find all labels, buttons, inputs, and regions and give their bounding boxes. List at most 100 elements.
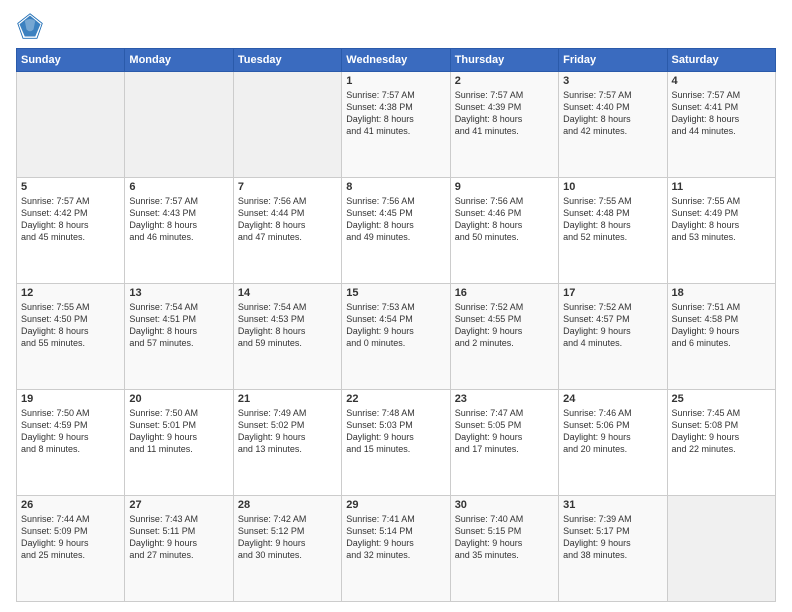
calendar-day-cell: 21 Sunrise: 7:49 AMSunset: 5:02 PMDayligh… (233, 390, 341, 496)
day-number: 10 (563, 181, 662, 193)
day-number: 25 (672, 393, 771, 405)
day-info: Sunrise: 7:44 AMSunset: 5:09 PMDaylight:… (21, 514, 90, 560)
calendar-week-row: 1 Sunrise: 7:57 AMSunset: 4:38 PMDaylight… (17, 72, 776, 178)
day-number: 7 (238, 181, 337, 193)
calendar-day-cell: 31Sunrise: 7:39 AMSunset: 5:17 PMDayligh… (559, 496, 667, 602)
weekday-header: Tuesday (233, 49, 341, 72)
calendar-day-cell: 16 Sunrise: 7:52 AMSunset: 4:55 PMDayligh… (450, 284, 558, 390)
day-number: 27 (129, 499, 228, 511)
day-info: Sunrise: 7:57 AMSunset: 4:42 PMDaylight:… (21, 196, 90, 242)
day-number: 14 (238, 287, 337, 299)
day-info: Sunrise: 7:53 AMSunset: 4:54 PMDaylight:… (346, 302, 415, 348)
calendar-day-cell: 26 Sunrise: 7:44 AMSunset: 5:09 PMDayligh… (17, 496, 125, 602)
calendar-day-cell: 25Sunrise: 7:45 AMSunset: 5:08 PMDayligh… (667, 390, 775, 496)
day-number: 24 (563, 393, 662, 405)
day-number: 30 (455, 499, 554, 511)
calendar-week-row: 26 Sunrise: 7:44 AMSunset: 5:09 PMDayligh… (17, 496, 776, 602)
day-info: Sunrise: 7:47 AMSunset: 5:05 PMDaylight:… (455, 408, 524, 454)
calendar-day-cell: 8Sunrise: 7:56 AMSunset: 4:45 PMDaylight… (342, 178, 450, 284)
day-info: Sunrise: 7:43 AMSunset: 5:11 PMDaylight:… (129, 514, 198, 560)
day-info: Sunrise: 7:57 AMSunset: 4:38 PMDaylight:… (346, 90, 415, 136)
calendar-day-cell: 9Sunrise: 7:56 AMSunset: 4:46 PMDaylight… (450, 178, 558, 284)
calendar-day-cell: 23 Sunrise: 7:47 AMSunset: 5:05 PMDayligh… (450, 390, 558, 496)
calendar-table: SundayMondayTuesdayWednesdayThursdayFrid… (16, 48, 776, 602)
day-number: 5 (21, 181, 120, 193)
day-number: 8 (346, 181, 445, 193)
calendar-day-cell (233, 72, 341, 178)
day-info: Sunrise: 7:50 AMSunset: 5:01 PMDaylight:… (129, 408, 198, 454)
calendar-day-cell: 5 Sunrise: 7:57 AMSunset: 4:42 PMDaylight… (17, 178, 125, 284)
day-number: 6 (129, 181, 228, 193)
day-number: 11 (672, 181, 771, 193)
calendar-day-cell: 30 Sunrise: 7:40 AMSunset: 5:15 PMDayligh… (450, 496, 558, 602)
calendar-day-cell: 14 Sunrise: 7:54 AMSunset: 4:53 PMDayligh… (233, 284, 341, 390)
day-info: Sunrise: 7:54 AMSunset: 4:51 PMDaylight:… (129, 302, 198, 348)
calendar-day-cell: 2Sunrise: 7:57 AMSunset: 4:39 PMDaylight… (450, 72, 558, 178)
day-number: 2 (455, 75, 554, 87)
day-number: 17 (563, 287, 662, 299)
day-info: Sunrise: 7:56 AMSunset: 4:46 PMDaylight:… (455, 196, 524, 242)
calendar-body: 1 Sunrise: 7:57 AMSunset: 4:38 PMDaylight… (17, 72, 776, 602)
calendar-day-cell: 18Sunrise: 7:51 AMSunset: 4:58 PMDayligh… (667, 284, 775, 390)
calendar-day-cell: 19Sunrise: 7:50 AMSunset: 4:59 PMDayligh… (17, 390, 125, 496)
calendar-day-cell: 13 Sunrise: 7:54 AMSunset: 4:51 PMDayligh… (125, 284, 233, 390)
day-info: Sunrise: 7:49 AMSunset: 5:02 PMDaylight:… (238, 408, 307, 454)
day-info: Sunrise: 7:52 AMSunset: 4:55 PMDaylight:… (455, 302, 524, 348)
day-info: Sunrise: 7:46 AMSunset: 5:06 PMDaylight:… (563, 408, 632, 454)
calendar-day-cell (125, 72, 233, 178)
day-number: 13 (129, 287, 228, 299)
day-info: Sunrise: 7:56 AMSunset: 4:44 PMDaylight:… (238, 196, 307, 242)
calendar-day-cell: 3 Sunrise: 7:57 AMSunset: 4:40 PMDaylight… (559, 72, 667, 178)
logo (16, 12, 48, 40)
day-number: 21 (238, 393, 337, 405)
calendar-day-cell: 28 Sunrise: 7:42 AMSunset: 5:12 PMDayligh… (233, 496, 341, 602)
calendar-day-cell: 29Sunrise: 7:41 AMSunset: 5:14 PMDayligh… (342, 496, 450, 602)
day-number: 31 (563, 499, 662, 511)
calendar-day-cell: 7 Sunrise: 7:56 AMSunset: 4:44 PMDaylight… (233, 178, 341, 284)
day-info: Sunrise: 7:40 AMSunset: 5:15 PMDaylight:… (455, 514, 524, 560)
weekday-row: SundayMondayTuesdayWednesdayThursdayFrid… (17, 49, 776, 72)
day-number: 1 (346, 75, 445, 87)
day-info: Sunrise: 7:57 AMSunset: 4:43 PMDaylight:… (129, 196, 198, 242)
calendar-header: SundayMondayTuesdayWednesdayThursdayFrid… (17, 49, 776, 72)
weekday-header: Wednesday (342, 49, 450, 72)
day-info: Sunrise: 7:52 AMSunset: 4:57 PMDaylight:… (563, 302, 632, 348)
calendar-day-cell: 1 Sunrise: 7:57 AMSunset: 4:38 PMDaylight… (342, 72, 450, 178)
day-info: Sunrise: 7:55 AMSunset: 4:50 PMDaylight:… (21, 302, 90, 348)
day-number: 16 (455, 287, 554, 299)
day-info: Sunrise: 7:57 AMSunset: 4:41 PMDaylight:… (672, 90, 741, 136)
weekday-header: Thursday (450, 49, 558, 72)
calendar-day-cell (667, 496, 775, 602)
day-number: 4 (672, 75, 771, 87)
calendar-day-cell: 22Sunrise: 7:48 AMSunset: 5:03 PMDayligh… (342, 390, 450, 496)
weekday-header: Friday (559, 49, 667, 72)
calendar-day-cell: 17 Sunrise: 7:52 AMSunset: 4:57 PMDayligh… (559, 284, 667, 390)
calendar-day-cell (17, 72, 125, 178)
calendar-week-row: 5 Sunrise: 7:57 AMSunset: 4:42 PMDaylight… (17, 178, 776, 284)
calendar-day-cell: 11 Sunrise: 7:55 AMSunset: 4:49 PMDayligh… (667, 178, 775, 284)
day-info: Sunrise: 7:57 AMSunset: 4:40 PMDaylight:… (563, 90, 632, 136)
calendar-week-row: 12 Sunrise: 7:55 AMSunset: 4:50 PMDayligh… (17, 284, 776, 390)
calendar-day-cell: 20 Sunrise: 7:50 AMSunset: 5:01 PMDayligh… (125, 390, 233, 496)
day-number: 18 (672, 287, 771, 299)
day-number: 23 (455, 393, 554, 405)
weekday-header: Sunday (17, 49, 125, 72)
header (16, 12, 776, 40)
day-number: 3 (563, 75, 662, 87)
calendar-week-row: 19Sunrise: 7:50 AMSunset: 4:59 PMDayligh… (17, 390, 776, 496)
calendar-day-cell: 24 Sunrise: 7:46 AMSunset: 5:06 PMDayligh… (559, 390, 667, 496)
day-number: 20 (129, 393, 228, 405)
day-number: 12 (21, 287, 120, 299)
day-info: Sunrise: 7:42 AMSunset: 5:12 PMDaylight:… (238, 514, 307, 560)
calendar-day-cell: 15Sunrise: 7:53 AMSunset: 4:54 PMDayligh… (342, 284, 450, 390)
day-info: Sunrise: 7:48 AMSunset: 5:03 PMDaylight:… (346, 408, 415, 454)
calendar-day-cell: 27 Sunrise: 7:43 AMSunset: 5:11 PMDayligh… (125, 496, 233, 602)
day-info: Sunrise: 7:55 AMSunset: 4:49 PMDaylight:… (672, 196, 741, 242)
day-number: 28 (238, 499, 337, 511)
day-number: 26 (21, 499, 120, 511)
weekday-header: Monday (125, 49, 233, 72)
day-number: 19 (21, 393, 120, 405)
calendar-day-cell: 10Sunrise: 7:55 AMSunset: 4:48 PMDayligh… (559, 178, 667, 284)
day-info: Sunrise: 7:54 AMSunset: 4:53 PMDaylight:… (238, 302, 307, 348)
day-info: Sunrise: 7:41 AMSunset: 5:14 PMDaylight:… (346, 514, 415, 560)
